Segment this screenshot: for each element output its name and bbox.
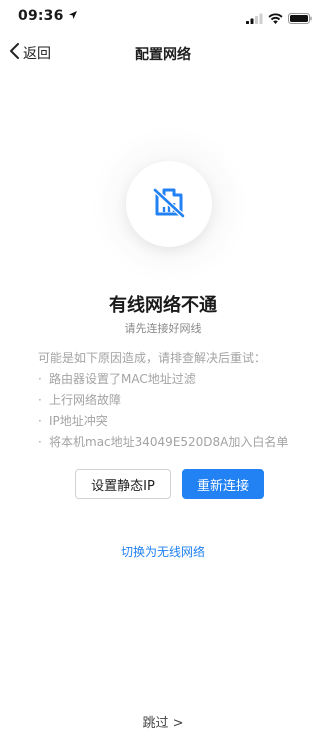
reason-item: 上行网络故障: [38, 390, 288, 411]
reason-text: 路由器设置了MAC地址过滤: [49, 372, 196, 386]
reason-item: 将本机mac地址34049E520D8A加入白名单: [38, 432, 288, 453]
reconnect-button[interactable]: 重新连接: [182, 469, 264, 499]
skip-button[interactable]: 跳过 >: [0, 712, 326, 731]
status-bar-indicators: [246, 9, 312, 28]
illustration-circle: [126, 161, 212, 247]
signal-icon: [246, 9, 263, 28]
reasons-list: 可能是如下原因造成，请排查解决后重试： 路由器设置了MAC地址过滤 上行网络故障…: [38, 348, 288, 453]
status-time-text: 09:36: [18, 8, 64, 24]
static-ip-button[interactable]: 设置静态IP: [75, 469, 171, 499]
wired-network-off-icon: [151, 185, 187, 223]
status-bar-time: 09:36: [18, 8, 78, 24]
location-arrow-icon: [68, 8, 78, 24]
reason-text: IP地址冲突: [49, 414, 108, 428]
error-subtitle: 请先连接好网线: [124, 322, 202, 335]
reason-item: 路由器设置了MAC地址过滤: [38, 369, 288, 390]
reason-text: 将本机mac地址34049E520D8A加入白名单: [49, 435, 289, 449]
battery-icon: [288, 9, 312, 28]
switch-wireless-link[interactable]: 切换为无线网络: [0, 543, 326, 560]
reasons-intro: 可能是如下原因造成，请排查解决后重试：: [38, 351, 267, 365]
page-title: 配置网络: [135, 47, 191, 63]
wifi-icon: [268, 9, 283, 28]
reason-text: 上行网络故障: [49, 393, 122, 407]
error-title: 有线网络不通: [109, 295, 217, 316]
reason-item: IP地址冲突: [38, 411, 288, 432]
